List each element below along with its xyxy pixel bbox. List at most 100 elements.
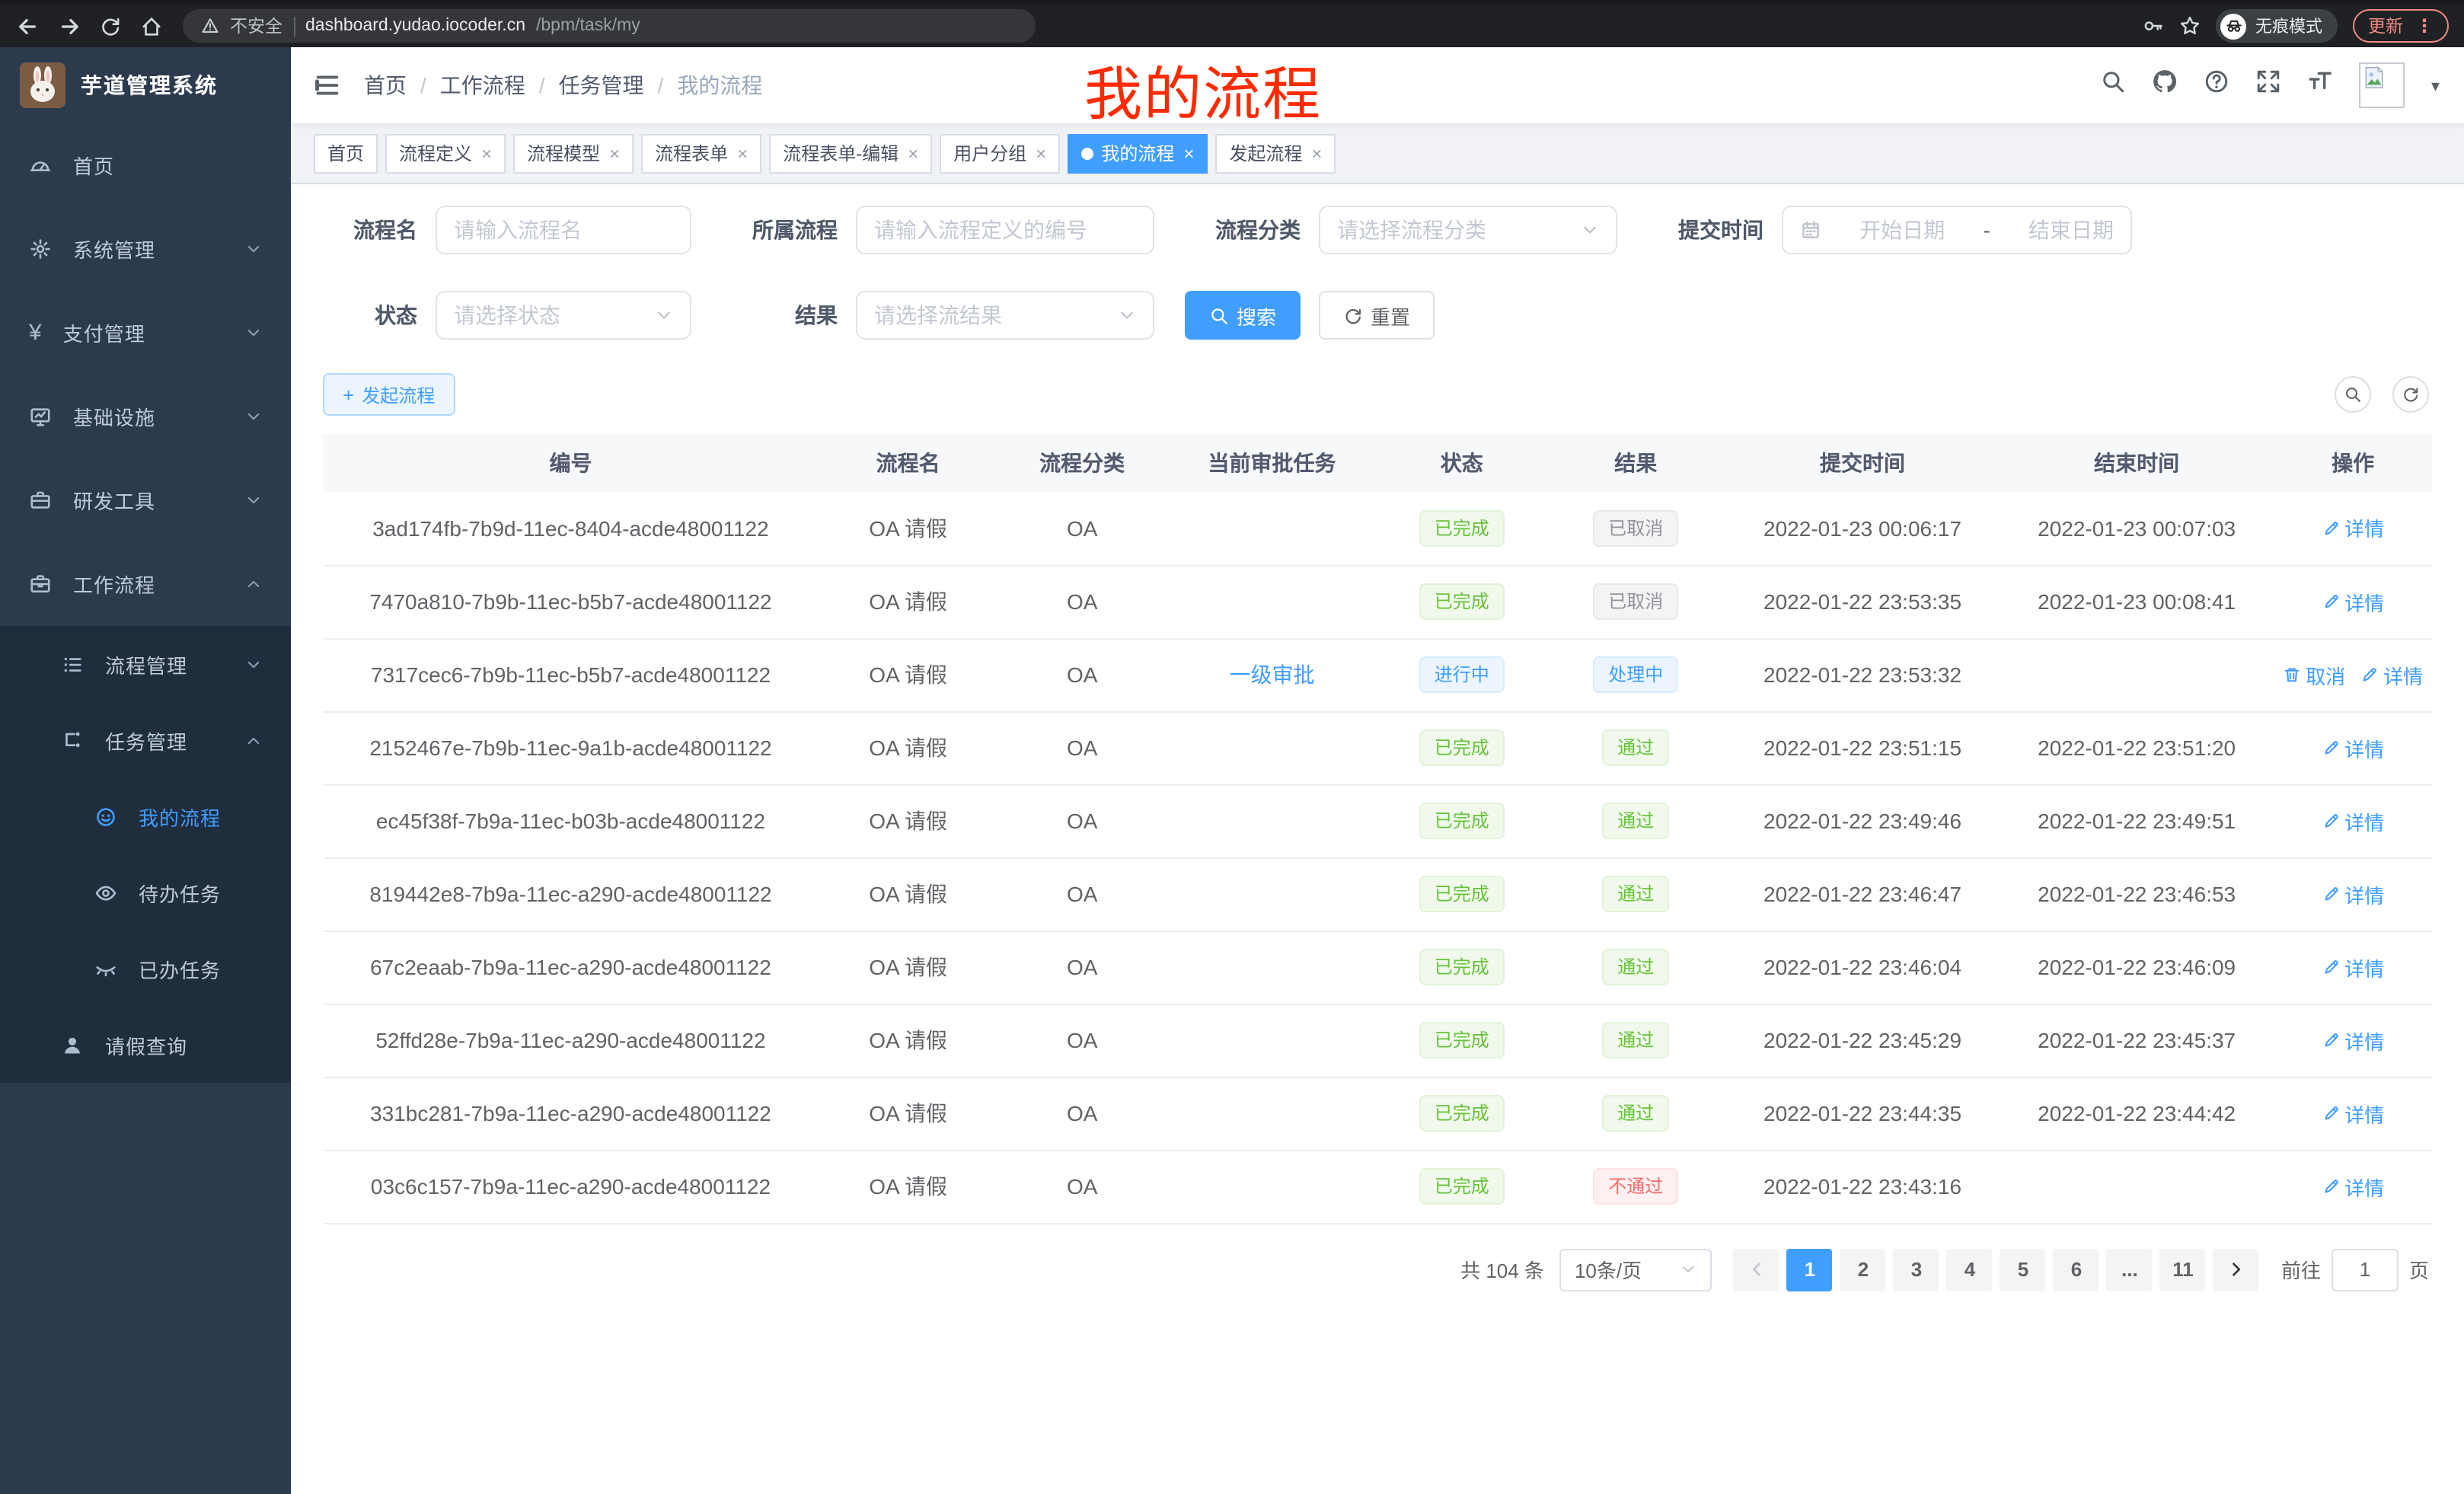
header-search-icon[interactable] [2101, 69, 2127, 102]
sidebar-item-dev-tools[interactable]: 研发工具 [0, 458, 291, 542]
column-header: 提交时间 [1725, 434, 2000, 492]
page-1[interactable]: 1 [1787, 1248, 1833, 1291]
detail-link[interactable]: 详情 [2360, 660, 2423, 689]
detail-link[interactable]: 详情 [2322, 1172, 2384, 1201]
sidebar-item-my-process[interactable]: 我的流程 [0, 778, 291, 854]
tab-process-form[interactable]: 流程表单× [641, 133, 761, 173]
refresh-button[interactable] [2392, 376, 2429, 413]
detail-link[interactable]: 详情 [2322, 587, 2384, 616]
next-page-button[interactable] [2213, 1248, 2259, 1291]
close-icon[interactable]: × [908, 142, 918, 164]
briefcase-icon [29, 573, 52, 595]
cancel-link[interactable]: 取消 [2283, 660, 2345, 689]
bookmark-star-icon[interactable] [2179, 15, 2201, 37]
detail-link[interactable]: 详情 [2322, 1099, 2384, 1128]
sidebar-item-system[interactable]: 系统管理 [0, 207, 291, 291]
detail-link[interactable]: 详情 [2322, 806, 2384, 835]
sidebar-item-home[interactable]: 首页 [0, 123, 291, 207]
sidebar-item-label: 请假查询 [105, 1030, 187, 1059]
result-select[interactable]: 请选择流结果 [856, 291, 1154, 340]
chevron-down-icon [245, 492, 262, 509]
sidebar-item-todo-tasks[interactable]: 待办任务 [0, 854, 291, 931]
close-icon[interactable]: × [737, 142, 748, 164]
reset-button[interactable]: 重置 [1319, 291, 1435, 340]
sidebar-item-payment[interactable]: ¥支付管理 [0, 291, 291, 375]
browser-menu-icon[interactable]: ⋮ [2415, 15, 2434, 37]
prev-page-button[interactable] [1734, 1248, 1779, 1291]
filter-label: 流程分类 [1185, 215, 1301, 245]
cell-current-task [1167, 492, 1377, 565]
chevron-down-icon [245, 324, 262, 341]
close-icon[interactable]: × [481, 142, 492, 164]
breadcrumb-item[interactable]: 首页 [364, 70, 440, 101]
filter-form: 流程名请输入流程名所属流程请输入流程定义的编号流程分类请选择流程分类提交时间开始… [323, 206, 2432, 340]
header-fullscreen-icon[interactable] [2256, 69, 2282, 102]
search-button[interactable]: 搜索 [1185, 291, 1301, 340]
close-icon[interactable]: × [1183, 142, 1194, 164]
page-jump-input[interactable]: 1 [2332, 1248, 2399, 1291]
tab-user-group[interactable]: 用户分组× [940, 133, 1060, 173]
chevron-up-icon [245, 732, 262, 749]
owner-process-input[interactable]: 请输入流程定义的编号 [856, 206, 1154, 254]
tab-home[interactable]: 首页 [314, 133, 378, 173]
cell-process-name: OA 请假 [819, 857, 997, 931]
page-2[interactable]: 2 [1840, 1248, 1886, 1291]
header-font-size-icon[interactable] [2308, 69, 2334, 102]
address-bar[interactable]: 不安全 dashboard.yudao.iocoder.cn/bpm/task/… [183, 9, 1036, 43]
browser-update-button[interactable]: 更新 ⋮ [2353, 9, 2449, 43]
app-logo-row[interactable]: 芋道管理系统 [0, 47, 291, 123]
browser-back-button[interactable] [9, 7, 47, 45]
sidebar-item-leave-query[interactable]: 请假查询 [0, 1007, 291, 1083]
sidebar-collapse-button[interactable] [291, 72, 364, 99]
key-icon[interactable] [2143, 15, 2164, 37]
sidebar-item-label: 工作流程 [73, 570, 155, 599]
detail-link[interactable]: 详情 [2322, 1026, 2384, 1055]
sidebar-item-label: 待办任务 [139, 878, 221, 907]
page-3[interactable]: 3 [1894, 1248, 1939, 1291]
process-name-input[interactable]: 请输入流程名 [436, 206, 691, 254]
chevron-down-icon[interactable]: ▾ [2431, 75, 2440, 95]
detail-link[interactable]: 详情 [2322, 514, 2384, 543]
avatar[interactable] [2360, 62, 2405, 108]
sidebar-item-done-tasks[interactable]: 已办任务 [0, 931, 291, 1007]
start-process-button[interactable]: + 发起流程 [323, 373, 455, 416]
sidebar-item-infrastructure[interactable]: 基础设施 [0, 375, 291, 458]
tab-process-form-edit[interactable]: 流程表单-编辑× [769, 133, 932, 173]
tab-process-model[interactable]: 流程模型× [513, 133, 634, 173]
sidebar-item-workflow[interactable]: 工作流程 [0, 542, 291, 626]
current-task-link[interactable]: 一级审批 [1229, 662, 1314, 687]
status-select[interactable]: 请选择状态 [436, 291, 691, 340]
browser-home-button[interactable] [132, 7, 171, 45]
page-ellipsis[interactable]: ... [2107, 1248, 2153, 1291]
status-badge: 已完成 [1419, 729, 1505, 766]
tab-start-process[interactable]: 发起流程× [1215, 133, 1336, 173]
page-11[interactable]: 11 [2160, 1248, 2206, 1291]
tab-process-definition[interactable]: 流程定义× [385, 133, 506, 173]
topbar: 首页 工作流程 任务管理 我的流程 ▾ [291, 47, 2464, 123]
detail-link[interactable]: 详情 [2322, 953, 2384, 982]
sidebar-item-label: 我的流程 [139, 802, 221, 831]
page-5[interactable]: 5 [2000, 1248, 2046, 1291]
show-search-button[interactable] [2335, 376, 2371, 413]
submit-time-daterange[interactable]: 开始日期-结束日期 [1782, 206, 2132, 254]
page-size-select[interactable]: 10条/页 [1559, 1248, 1712, 1291]
sidebar-item-process-mgmt[interactable]: 流程管理 [0, 626, 291, 702]
close-icon[interactable]: × [609, 142, 620, 164]
breadcrumb-item[interactable]: 任务管理 [559, 70, 678, 101]
close-icon[interactable]: × [1036, 142, 1046, 164]
tab-my-process[interactable]: 我的流程× [1068, 133, 1208, 173]
detail-link[interactable]: 详情 [2322, 879, 2384, 908]
eye-closed-icon [94, 957, 117, 980]
page-4[interactable]: 4 [1947, 1248, 1993, 1291]
close-icon[interactable]: × [1311, 142, 1322, 164]
browser-forward-button[interactable] [50, 7, 88, 45]
process-category-select[interactable]: 请选择流程分类 [1319, 206, 1617, 254]
browser-reload-button[interactable] [91, 7, 129, 45]
page-6[interactable]: 6 [2054, 1248, 2099, 1291]
result-badge: 通过 [1602, 1095, 1669, 1132]
detail-link[interactable]: 详情 [2322, 733, 2384, 762]
breadcrumb-item[interactable]: 工作流程 [440, 70, 559, 101]
sidebar-item-task-mgmt[interactable]: 任务管理 [0, 702, 291, 778]
header-github-icon[interactable] [2153, 69, 2178, 102]
header-question-icon[interactable] [2204, 69, 2230, 102]
